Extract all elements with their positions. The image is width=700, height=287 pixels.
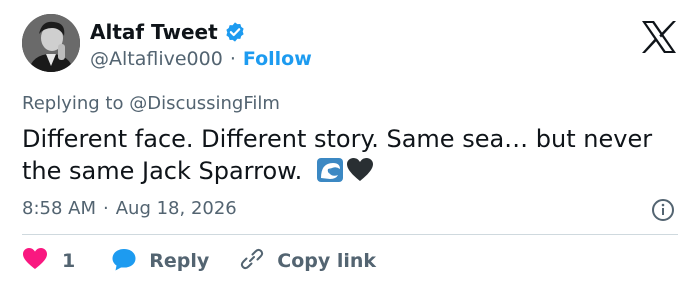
tweet-timestamp[interactable]: 8:58 AM · Aug 18, 2026	[22, 198, 237, 219]
handle-row: @Altaflive000 · Follow	[90, 48, 312, 70]
reply-mention-link[interactable]: @DiscussingFilm	[129, 93, 280, 114]
tweet-text: Different face. Different story. Same se…	[22, 123, 662, 191]
copy-link-label: Copy link	[277, 250, 377, 272]
black-heart-emoji-icon	[346, 157, 374, 191]
handle-separator: ·	[229, 48, 236, 70]
follow-button[interactable]: Follow	[243, 48, 312, 70]
reply-label: Reply	[149, 250, 210, 272]
like-button[interactable]: 1	[22, 247, 75, 276]
wave-emoji-icon	[316, 157, 344, 191]
reply-button[interactable]: Reply	[111, 247, 209, 276]
user-handle[interactable]: @Altaflive000	[90, 48, 223, 70]
x-logo-icon[interactable]	[640, 20, 678, 54]
info-icon[interactable]	[651, 198, 675, 222]
avatar[interactable]	[22, 14, 80, 72]
tweet-date: Aug 18, 2026	[115, 198, 237, 219]
reply-bubble-icon	[111, 247, 137, 276]
timestamp-separator: ·	[103, 198, 109, 219]
divider	[22, 234, 678, 235]
name-row: Altaf Tweet	[90, 20, 246, 44]
replying-to: Replying to @DiscussingFilm	[22, 93, 280, 114]
tweet-card: Altaf Tweet @Altaflive000 · Follow Reply…	[0, 0, 700, 287]
like-count: 1	[62, 250, 76, 272]
copy-link-button[interactable]: Copy link	[239, 246, 376, 277]
verified-badge-icon	[224, 21, 246, 43]
display-name[interactable]: Altaf Tweet	[90, 20, 218, 44]
heart-icon	[22, 247, 48, 276]
tweet-time: 8:58 AM	[22, 198, 96, 219]
replying-to-prefix: Replying to	[22, 93, 130, 114]
action-bar: 1 Reply Copy link	[22, 247, 376, 275]
link-icon	[239, 246, 265, 277]
